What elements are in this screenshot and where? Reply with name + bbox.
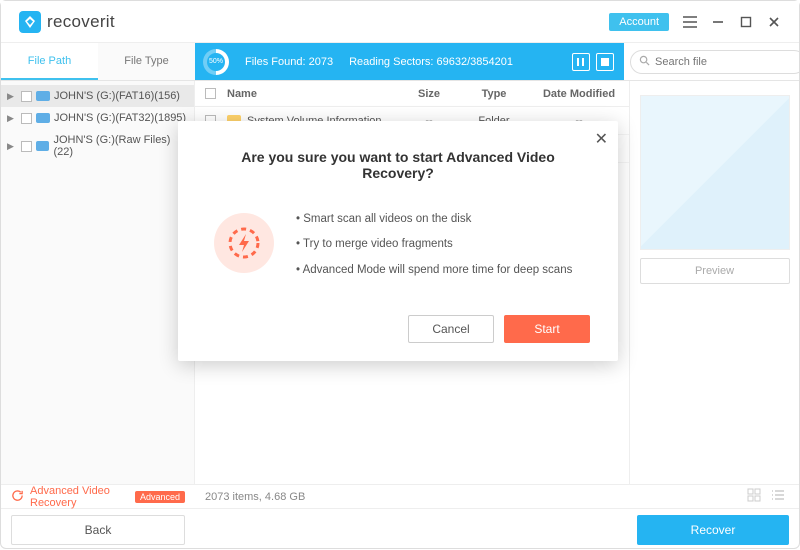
dialog-bullet: • Try to merge video fragments [296, 232, 572, 257]
dialog-bullet: • Smart scan all videos on the disk [296, 207, 572, 232]
dialog-cancel-button[interactable]: Cancel [408, 315, 494, 343]
dialog-start-button[interactable]: Start [504, 315, 590, 343]
advanced-recovery-dialog: ✕ Are you sure you want to start Advance… [178, 121, 618, 361]
dialog-bullet: • Advanced Mode will spend more time for… [296, 258, 572, 283]
dialog-title: Are you sure you want to start Advanced … [206, 149, 590, 181]
dialog-close-button[interactable]: ✕ [595, 129, 608, 149]
lightning-refresh-icon [214, 213, 274, 273]
